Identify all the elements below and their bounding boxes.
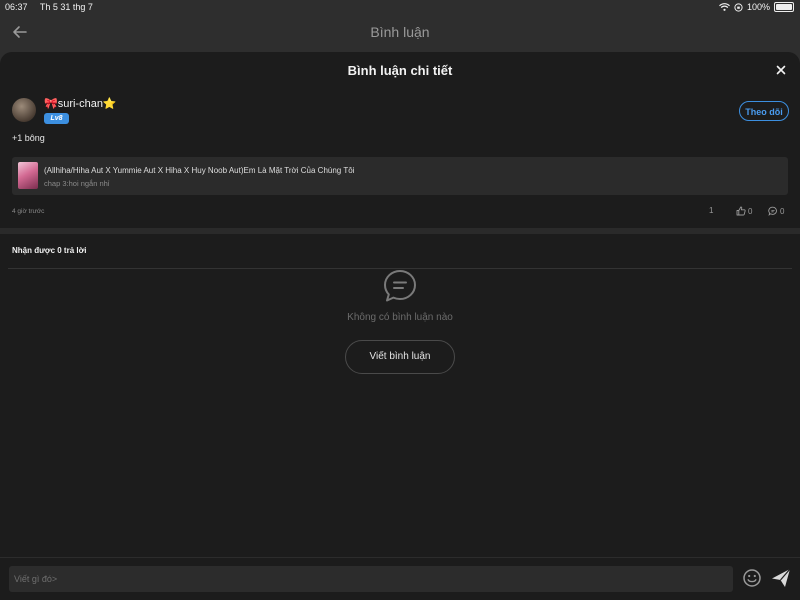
reply-count-button[interactable]: 0 xyxy=(768,206,784,216)
write-comment-button[interactable]: Viết bình luận xyxy=(345,340,455,374)
sheet-title: Bình luận chi tiết xyxy=(347,63,453,78)
reply-count: 0 xyxy=(780,206,785,216)
app-nav-bar: Bình luận xyxy=(0,14,800,52)
story-title: (Allhiha/Hiha Aut X Yummie Aut X Hiha X … xyxy=(44,166,355,175)
status-date: Th 5 31 thg 7 xyxy=(39,2,93,12)
section-divider xyxy=(0,228,800,234)
comment-detail-sheet: Bình luận chi tiết 🎀suri-chan⭐ Lv8 Theo … xyxy=(0,52,800,600)
level-badge: Lv8 xyxy=(44,113,69,124)
page-title: Bình luận xyxy=(370,24,430,40)
story-thumbnail xyxy=(18,162,38,189)
chat-bubble-icon xyxy=(384,270,416,302)
stat-first-value: 1 xyxy=(709,206,714,215)
status-bar: 06:37 Th 5 31 thg 7 100% xyxy=(0,0,800,14)
send-icon xyxy=(772,568,791,587)
close-icon xyxy=(776,65,786,75)
status-left: 06:37 Th 5 31 thg 7 xyxy=(5,2,103,12)
story-chapter: chap 3:hoi ngắn nhỉ xyxy=(44,179,110,188)
send-button[interactable] xyxy=(770,567,792,589)
comment-count-stat[interactable]: 1 xyxy=(709,206,713,215)
replies-header: Nhận được 0 trả lời xyxy=(12,246,87,255)
avatar[interactable] xyxy=(12,98,36,122)
battery-icon xyxy=(774,2,794,12)
status-right: 100% xyxy=(719,2,794,12)
thumbs-up-icon xyxy=(736,206,746,216)
follow-button[interactable]: Theo dõi xyxy=(739,101,789,121)
comment-input[interactable] xyxy=(9,566,733,592)
like-count: 0 xyxy=(748,206,753,216)
input-divider xyxy=(0,557,800,558)
empty-comments-icon xyxy=(382,268,418,304)
story-card[interactable]: (Allhiha/Hiha Aut X Yummie Aut X Hiha X … xyxy=(12,157,788,195)
wifi-icon xyxy=(719,3,730,11)
status-time: 06:37 xyxy=(5,2,28,12)
like-button[interactable]: 0 xyxy=(736,206,752,216)
smiley-icon xyxy=(743,569,761,587)
orientation-lock-icon xyxy=(734,2,743,12)
comment-timestamp: 4 giờ trước xyxy=(12,208,45,215)
empty-state-text: Không có bình luận nào xyxy=(347,312,453,323)
comment-text: +1 bông xyxy=(12,133,45,143)
username[interactable]: 🎀suri-chan⭐ xyxy=(44,97,117,110)
emoji-button[interactable] xyxy=(742,568,762,588)
close-button[interactable] xyxy=(774,63,788,77)
battery-percent: 100% xyxy=(746,2,770,12)
chat-bubble-icon xyxy=(768,206,777,216)
